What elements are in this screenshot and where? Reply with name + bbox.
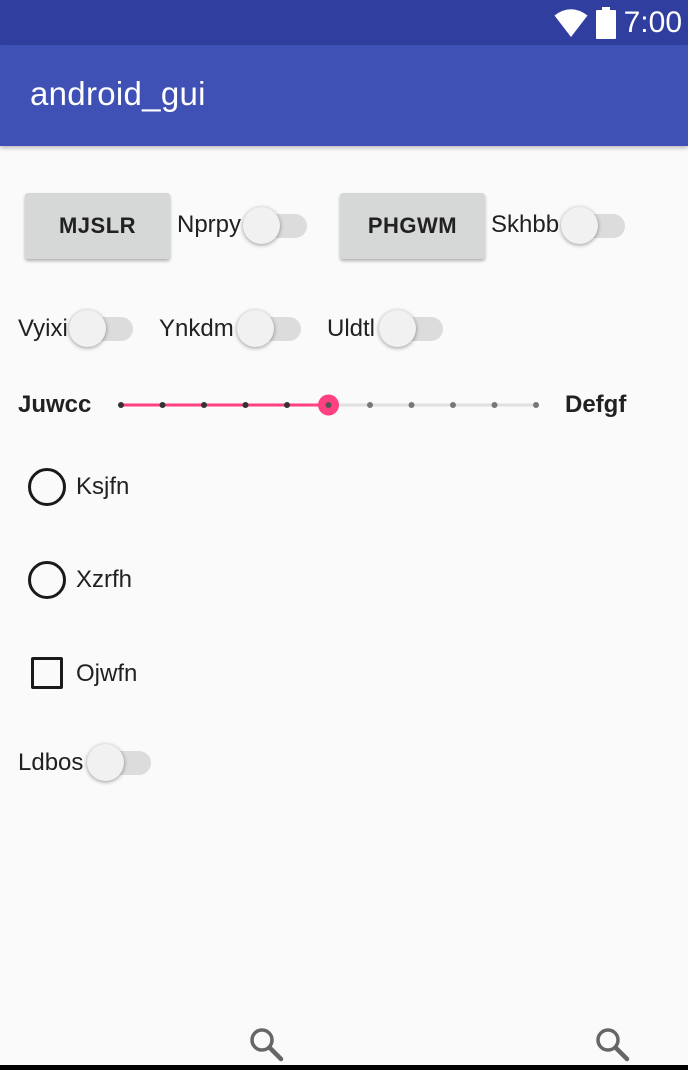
slider-tick: [159, 402, 166, 408]
ksjfn-radio-label: Ksjfn: [76, 473, 130, 500]
app-title: android_gui: [30, 75, 206, 112]
switch-thumb: [237, 310, 274, 347]
ojwfn-checkbox[interactable]: [31, 657, 63, 689]
ynkdm-switch-label: Ynkdm: [159, 315, 234, 342]
slider-right-label: Defgf: [565, 391, 627, 418]
slider-left-label: Juwcc: [18, 391, 92, 418]
ojwfn-checkbox-label: Ojwfn: [76, 660, 138, 687]
switch-thumb: [379, 310, 416, 347]
nprpy-switch-label: Nprpy: [177, 211, 242, 238]
wifi-icon: [554, 9, 588, 37]
ldbos-switch-label: Ldbos: [18, 749, 84, 776]
vyixi-switch-label: Vyixi: [18, 315, 68, 342]
nprpy-switch[interactable]: [243, 206, 309, 246]
slider-tick: [367, 402, 373, 408]
uldtl-switch[interactable]: [379, 309, 445, 349]
switch-thumb: [87, 744, 124, 781]
slider-tick: [242, 402, 249, 408]
battery-icon: [595, 7, 616, 39]
ksjfn-radio[interactable]: [28, 468, 66, 506]
app-bar: android_gui: [0, 45, 688, 146]
switch-thumb: [561, 207, 598, 244]
slider-tick: [284, 402, 290, 408]
skhbb-switch[interactable]: [561, 206, 627, 246]
discrete-slider[interactable]: [110, 392, 550, 418]
ynkdm-switch[interactable]: [237, 309, 303, 349]
slider-tick: [408, 402, 415, 408]
status-time: 7:00: [623, 6, 682, 39]
xzrfh-radio[interactable]: [28, 561, 66, 599]
slider-tick: [491, 402, 498, 408]
phgwm-button[interactable]: PHGWM: [340, 193, 485, 259]
skhbb-switch-label: Skhbb: [491, 211, 560, 238]
search-icon[interactable]: [594, 1026, 630, 1062]
slider-tick: [533, 402, 539, 408]
status-icons: 7:00: [554, 4, 682, 42]
bottom-edge: [0, 1065, 688, 1070]
slider-graphic: [118, 394, 539, 416]
search-icon[interactable]: [248, 1026, 284, 1062]
vyixi-switch[interactable]: [69, 309, 135, 349]
xzrfh-radio-label: Xzrfh: [76, 566, 133, 593]
switch-thumb: [69, 310, 106, 347]
slider-tick: [201, 402, 207, 408]
slider-tick: [118, 402, 124, 408]
ldbos-switch[interactable]: [87, 743, 153, 783]
switch-thumb: [243, 207, 280, 244]
mjslr-button[interactable]: MJSLR: [25, 193, 170, 259]
slider-tick: [450, 402, 456, 408]
slider-thumb-center: [325, 402, 332, 408]
uldtl-switch-label: Uldtl: [327, 315, 376, 342]
status-bar: 7:00: [0, 0, 688, 45]
